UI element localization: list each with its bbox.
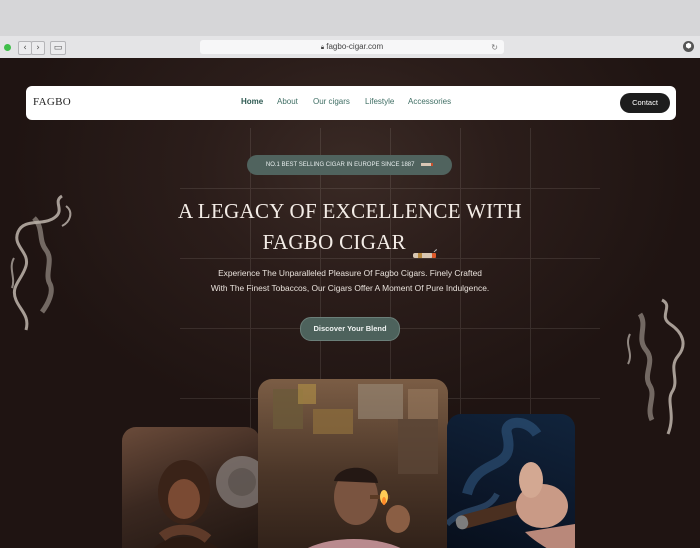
photo-woman-smoking [122, 427, 260, 548]
nav-link-our-cigars[interactable]: Our cigars [313, 97, 350, 106]
extension-icon[interactable]: ⬢ [683, 41, 694, 52]
chevron-left-icon[interactable]: ‹ [18, 41, 32, 55]
brand-logo[interactable]: FAGBO [33, 96, 71, 108]
hero-badge: NO.1 BEST SELLING CIGAR IN EUROPE SINCE … [247, 155, 452, 175]
web-page: FAGBO Home About Our cigars Lifestyle Ac… [0, 58, 700, 548]
lock-icon: 🔒︎ [320, 45, 325, 51]
nav-link-accessories[interactable]: Accessories [408, 97, 451, 106]
nav-link-about[interactable]: About [277, 97, 298, 106]
discover-blend-button[interactable]: Discover Your Blend [300, 317, 400, 341]
hero-title-line-2-wrap: FAGBO CIGAR [130, 227, 570, 259]
cigar-small-icon [421, 162, 434, 166]
sidebar-icon[interactable]: ▭ [50, 41, 66, 55]
badge-text: NO.1 BEST SELLING CIGAR IN EUROPE SINCE … [265, 162, 415, 168]
photo-hand-holding-cigar [447, 414, 575, 548]
hero-title-line-2: FAGBO CIGAR [262, 230, 406, 254]
smoke-illustration-left [10, 194, 72, 331]
smoke-illustration-right [627, 298, 685, 435]
site-navbar: FAGBO Home About Our cigars Lifestyle Ac… [26, 86, 676, 120]
nav-link-home[interactable]: Home [241, 97, 263, 106]
nav-link-lifestyle[interactable]: Lifestyle [365, 97, 394, 106]
contact-button[interactable]: Contact [620, 93, 670, 113]
hero-subtitle-line-1: Experience The Unparalleled Pleasure Of … [218, 268, 482, 278]
hero-subtitle-line-2: With The Finest Tobaccos, Our Cigars Off… [210, 283, 490, 293]
address-bar[interactable]: 🔒︎ fagbo-cigar.com ↻ [200, 40, 504, 54]
hero-subtitle: Experience The Unparalleled Pleasure Of … [170, 266, 530, 296]
browser-tab-strip [0, 0, 700, 36]
window-control-green[interactable] [4, 44, 11, 51]
browser-chrome: ‹ › ▭ 🔒︎ fagbo-cigar.com ↻ ⬢ [0, 0, 700, 59]
hero-title: A LEGACY OF EXCELLENCE WITH FAGBO CIGAR [130, 196, 570, 259]
cigar-icon [412, 239, 438, 259]
hero-title-line-1: A LEGACY OF EXCELLENCE WITH [177, 199, 523, 223]
url-text: fagbo-cigar.com [326, 42, 384, 51]
photo-man-lighting-cigar [258, 379, 448, 548]
chevron-right-icon[interactable]: › [31, 41, 45, 55]
reload-icon[interactable]: ↻ [491, 41, 498, 55]
